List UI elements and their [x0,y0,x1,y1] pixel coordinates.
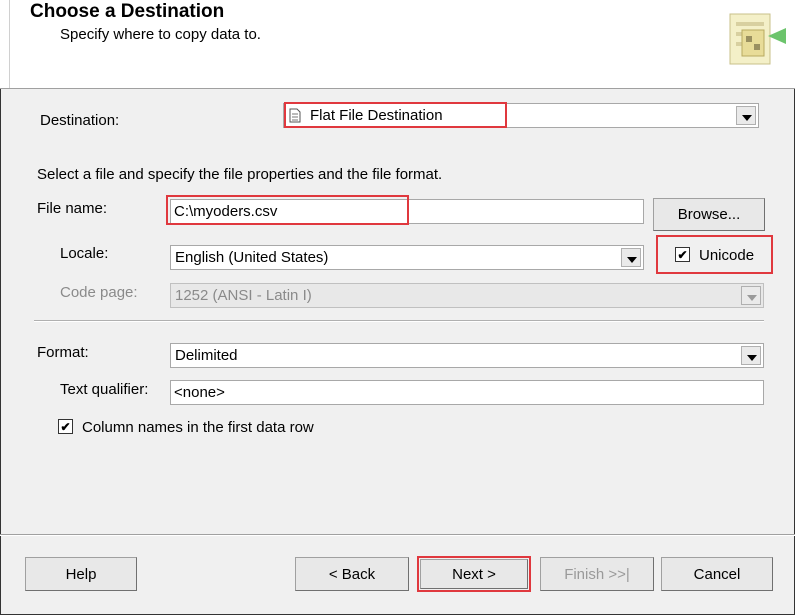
highlight-next [417,556,531,592]
format-dropdown[interactable]: Delimited [170,343,764,368]
highlight-file-name [166,195,409,225]
unicode-label[interactable]: Unicode [699,247,754,264]
highlight-destination [284,102,507,128]
header-divider [9,0,10,88]
unicode-checkbox[interactable]: ✔ [675,247,690,262]
code-page-label: Code page: [60,284,138,301]
back-button[interactable]: < Back [295,557,409,591]
chevron-down-icon[interactable] [621,248,641,267]
cancel-button[interactable]: Cancel [661,557,773,591]
text-qualifier-input[interactable]: <none> [170,380,764,405]
locale-value: English (United States) [175,249,329,266]
text-qualifier-value: <none> [174,384,225,401]
locale-label: Locale: [60,245,109,262]
page-subtitle: Specify where to copy data to. [60,26,261,43]
destination-label: Destination: [40,112,120,129]
code-page-value: 1252 (ANSI - Latin I) [175,287,312,304]
format-value: Delimited [175,347,238,364]
page-title: Choose a Destination [30,1,225,22]
code-page-dropdown: 1252 (ANSI - Latin I) [170,283,764,308]
help-button[interactable]: Help [25,557,137,591]
footer-divider [0,534,795,536]
text-qualifier-label: Text qualifier: [60,381,149,398]
browse-button[interactable]: Browse... [653,198,765,231]
column-names-label[interactable]: Column names in the first data row [82,419,314,436]
wizard-folder-icon [729,13,786,65]
chevron-down-icon[interactable] [736,106,756,125]
column-names-checkbox[interactable]: ✔ [58,419,73,434]
chevron-down-icon [741,286,761,305]
finish-button: Finish >>| [540,557,654,591]
file-name-label: File name: [37,200,108,217]
format-label: Format: [37,344,89,361]
section-divider [34,320,764,322]
chevron-down-icon[interactable] [741,346,761,365]
locale-dropdown[interactable]: English (United States) [170,245,644,270]
instructions-text: Select a file and specify the file prope… [37,166,443,183]
wizard-header: Choose a Destination Specify where to co… [0,0,795,89]
